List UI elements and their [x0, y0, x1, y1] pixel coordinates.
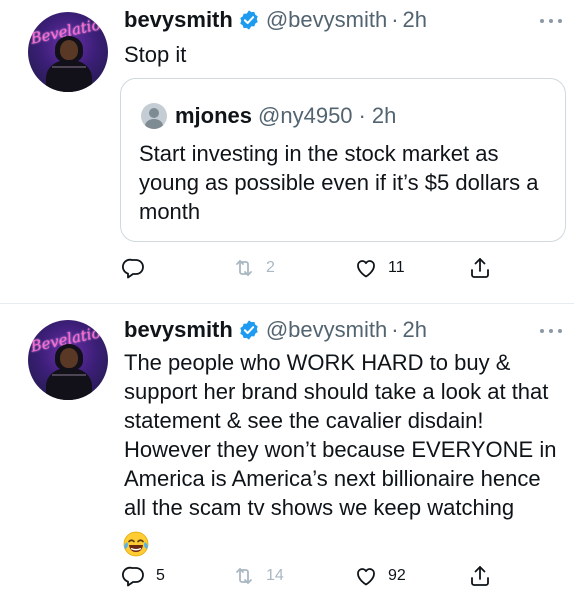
quote-header: mjones @ny4950 · 2h	[175, 103, 396, 129]
action-bar: 5 14 92	[0, 564, 574, 590]
avatar[interactable]: Bevelations	[28, 12, 108, 92]
like-button[interactable]: 92	[354, 564, 406, 588]
share-button[interactable]	[468, 256, 492, 280]
like-button[interactable]: 11	[354, 256, 405, 280]
verified-badge-icon	[240, 10, 258, 30]
share-icon	[471, 566, 489, 586]
like-count: 11	[388, 259, 405, 276]
retweet-count: 2	[266, 259, 275, 276]
tweet-text: Stop it	[124, 42, 187, 67]
retweet-icon	[236, 568, 252, 584]
separator-dot: ·	[391, 317, 399, 342]
tweet-header: bevysmith @bevysmith · 2h	[124, 317, 427, 343]
share-button[interactable]	[468, 564, 492, 588]
timestamp[interactable]: 2h	[403, 7, 427, 33]
tweet[interactable]: Bevelations bevysmith @bevysmith · 2h Th…	[0, 304, 574, 600]
more-icon[interactable]	[538, 16, 564, 26]
quote-avatar[interactable]	[141, 103, 167, 129]
share-icon	[471, 258, 489, 278]
like-icon	[357, 568, 375, 586]
author-handle[interactable]: @bevysmith	[266, 7, 387, 33]
quote-author-name[interactable]: mjones	[175, 103, 252, 129]
reply-button[interactable]: 5	[122, 564, 165, 588]
separator-dot: ·	[358, 103, 366, 128]
retweet-button[interactable]: 2	[232, 256, 275, 280]
more-icon[interactable]	[538, 326, 564, 336]
timestamp[interactable]: 2h	[403, 317, 427, 343]
reply-icon	[122, 566, 144, 587]
quoted-tweet[interactable]: mjones @ny4950 · 2h Start investing in t…	[120, 78, 566, 242]
author-name[interactable]: bevysmith	[124, 317, 233, 343]
reply-button[interactable]	[122, 256, 156, 280]
retweet-icon	[236, 260, 252, 276]
action-bar: 2 11	[0, 256, 574, 282]
tweet-text: The people who WORK HARD to buy & suppor…	[124, 350, 557, 520]
tweet-header: bevysmith @bevysmith · 2h	[124, 7, 427, 33]
retweet-button[interactable]: 14	[232, 564, 284, 588]
separator-dot: ·	[391, 7, 399, 32]
like-icon	[357, 260, 375, 278]
author-name[interactable]: bevysmith	[124, 7, 233, 33]
quote-author-handle[interactable]: @ny4950	[258, 103, 353, 129]
reply-count: 5	[156, 567, 165, 584]
verified-badge-icon	[240, 320, 258, 340]
avatar[interactable]: Bevelations	[28, 320, 108, 400]
quote-timestamp[interactable]: 2h	[372, 103, 396, 129]
quote-text: Start investing in the stock market as y…	[139, 141, 539, 224]
tweet[interactable]: Bevelations bevysmith @bevysmith · 2h St…	[0, 0, 574, 304]
author-handle[interactable]: @bevysmith	[266, 317, 387, 343]
retweet-count: 14	[266, 567, 284, 584]
face-with-tears-of-joy-icon	[123, 531, 149, 557]
like-count: 92	[388, 567, 406, 584]
reply-icon	[122, 258, 144, 279]
